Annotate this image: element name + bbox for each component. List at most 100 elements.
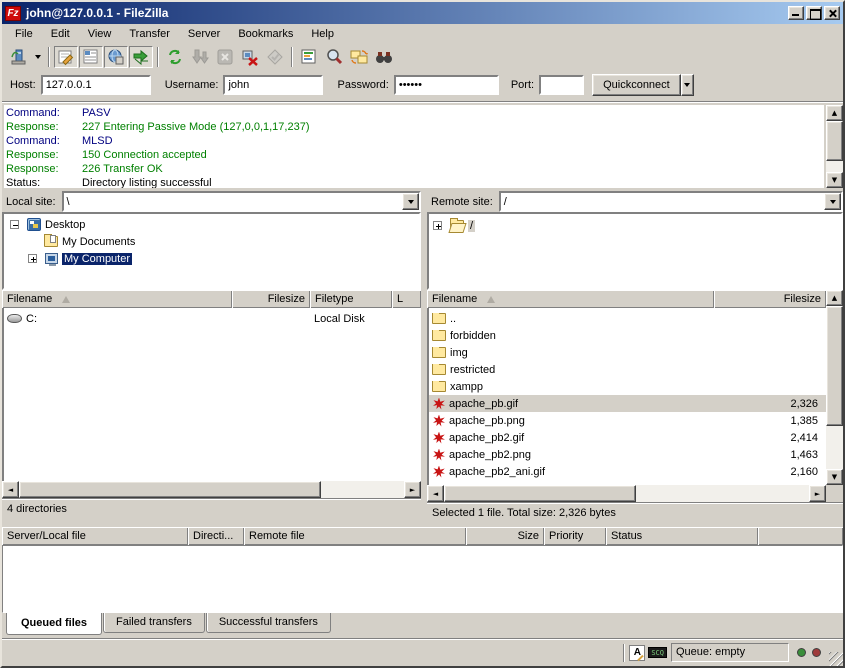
scroll-down-arrow[interactable] xyxy=(826,172,843,188)
refresh-button[interactable] xyxy=(163,46,187,68)
scroll-left-arrow[interactable] xyxy=(427,485,444,502)
password-input[interactable] xyxy=(394,75,499,95)
remote-dir-row[interactable]: .. xyxy=(429,310,826,327)
column-header-priority[interactable]: Priority xyxy=(544,527,606,545)
remote-file-row[interactable]: apache_pb2.png1,463 xyxy=(429,446,826,463)
scrollbar-thumb[interactable] xyxy=(19,481,321,498)
reconnect-button[interactable] xyxy=(263,46,287,68)
remote-hscrollbar[interactable] xyxy=(427,485,826,502)
indicator-badge: SCQ xyxy=(648,647,667,658)
toggle-remote-tree-button[interactable] xyxy=(104,46,128,68)
remote-file-row-selected[interactable]: apache_pb.gif2,326 xyxy=(429,395,826,412)
column-header-filetype[interactable]: Filetype xyxy=(310,290,392,308)
folder-icon xyxy=(432,313,446,324)
directory-comparison-button[interactable] xyxy=(322,46,346,68)
column-header-size[interactable]: Size xyxy=(466,527,544,545)
remote-status-text: Selected 1 file. Total size: 2,326 bytes xyxy=(427,502,843,522)
tab-queued-files[interactable]: Queued files xyxy=(6,613,102,635)
site-manager-button[interactable] xyxy=(6,46,30,68)
menu-help[interactable]: Help xyxy=(302,26,343,42)
menu-view[interactable]: View xyxy=(79,26,121,42)
host-input[interactable] xyxy=(41,75,151,95)
toggle-queue-button[interactable] xyxy=(129,46,153,68)
tree-item-desktop[interactable]: Desktop xyxy=(6,216,419,233)
tree-item-root[interactable]: / xyxy=(431,217,841,234)
scroll-down-arrow[interactable] xyxy=(826,469,843,485)
local-hscrollbar[interactable] xyxy=(2,481,421,498)
menu-edit[interactable]: Edit xyxy=(42,26,79,42)
remote-file-row[interactable]: apache_pb.png1,385 xyxy=(429,412,826,429)
title-bar[interactable]: Fz john@127.0.0.1 - FileZilla xyxy=(2,2,843,24)
remote-file-row[interactable]: apache_pb2_ani.gif2,160 xyxy=(429,463,826,480)
synchronized-browsing-button[interactable] xyxy=(347,46,371,68)
remote-dir-row[interactable]: restricted xyxy=(429,361,826,378)
scrollbar-thumb[interactable] xyxy=(826,121,843,161)
transfer-type-indicator[interactable]: A xyxy=(629,645,645,661)
resize-grip[interactable] xyxy=(829,652,843,666)
log-scrollbar[interactable] xyxy=(826,103,843,190)
scroll-left-arrow[interactable] xyxy=(2,481,19,498)
tree-item-my-computer[interactable]: My Computer xyxy=(6,250,419,267)
minimize-button[interactable] xyxy=(788,6,804,20)
column-header-filler xyxy=(758,527,843,545)
expand-icon[interactable] xyxy=(28,254,37,263)
combo-dropdown-button[interactable] xyxy=(402,193,419,210)
port-input[interactable] xyxy=(539,75,584,95)
toggle-local-tree-button[interactable] xyxy=(79,46,103,68)
scrollbar-thumb[interactable] xyxy=(444,485,636,502)
menu-transfer[interactable]: Transfer xyxy=(120,26,179,42)
scroll-up-arrow[interactable] xyxy=(826,105,843,121)
local-file-row[interactable]: C: Local Disk xyxy=(4,310,420,327)
remote-vscrollbar[interactable] xyxy=(826,290,843,485)
column-header-remote-file[interactable]: Remote file xyxy=(244,527,466,545)
menu-bookmarks[interactable]: Bookmarks xyxy=(229,26,302,42)
column-header-filesize[interactable]: Filesize xyxy=(714,290,826,308)
process-queue-button[interactable] xyxy=(188,46,212,68)
column-header-direction[interactable]: Directi... xyxy=(188,527,244,545)
log-line: Status:Directory listing successful xyxy=(6,176,822,188)
sort-ascending-icon xyxy=(62,296,70,303)
remote-dir-row[interactable]: img xyxy=(429,344,826,361)
quickconnect-dropdown[interactable] xyxy=(681,74,694,96)
scroll-up-arrow[interactable] xyxy=(826,290,843,306)
close-button[interactable] xyxy=(824,6,840,20)
quickconnect-button[interactable]: Quickconnect xyxy=(592,74,681,96)
tree-item-my-documents[interactable]: My Documents xyxy=(6,233,419,250)
tab-failed-transfers[interactable]: Failed transfers xyxy=(103,613,205,633)
scroll-right-arrow[interactable] xyxy=(809,485,826,502)
combo-dropdown-button[interactable] xyxy=(824,193,841,210)
tab-successful-transfers[interactable]: Successful transfers xyxy=(206,613,331,633)
refresh-icon xyxy=(166,48,184,66)
remote-dir-row[interactable]: xampp xyxy=(429,378,826,395)
remote-file-row[interactable]: apache_pb2.gif2,414 xyxy=(429,429,826,446)
column-header-filename[interactable]: Filename xyxy=(2,290,232,308)
maximize-button[interactable] xyxy=(806,6,822,20)
column-header-server-local-file[interactable]: Server/Local file xyxy=(2,527,188,545)
column-header-filesize[interactable]: Filesize xyxy=(232,290,310,308)
site-manager-dropdown[interactable] xyxy=(31,46,44,68)
local-site-combo[interactable]: \ xyxy=(62,191,421,212)
cancel-button[interactable] xyxy=(213,46,237,68)
collapse-icon[interactable] xyxy=(10,220,19,229)
toggle-log-button[interactable] xyxy=(54,46,78,68)
binoculars-icon xyxy=(375,48,393,66)
remote-dir-row[interactable]: forbidden xyxy=(429,327,826,344)
folder-icon xyxy=(432,330,446,341)
expand-icon[interactable] xyxy=(433,221,442,230)
menu-server[interactable]: Server xyxy=(179,26,229,42)
column-header-status[interactable]: Status xyxy=(606,527,758,545)
cancel-icon xyxy=(216,48,234,66)
menu-file[interactable]: File xyxy=(6,26,42,42)
find-files-button[interactable] xyxy=(372,46,396,68)
image-file-icon xyxy=(433,415,445,427)
remote-site-combo[interactable]: / xyxy=(499,191,843,212)
queue-list-empty[interactable] xyxy=(2,545,843,613)
disconnect-button[interactable] xyxy=(238,46,262,68)
column-header-modified[interactable]: L xyxy=(392,290,421,308)
local-site-bar: Local site: \ xyxy=(2,191,421,212)
filter-button[interactable] xyxy=(297,46,321,68)
scrollbar-thumb[interactable] xyxy=(826,306,843,426)
username-input[interactable] xyxy=(223,75,323,95)
scroll-right-arrow[interactable] xyxy=(404,481,421,498)
column-header-filename[interactable]: Filename xyxy=(427,290,714,308)
